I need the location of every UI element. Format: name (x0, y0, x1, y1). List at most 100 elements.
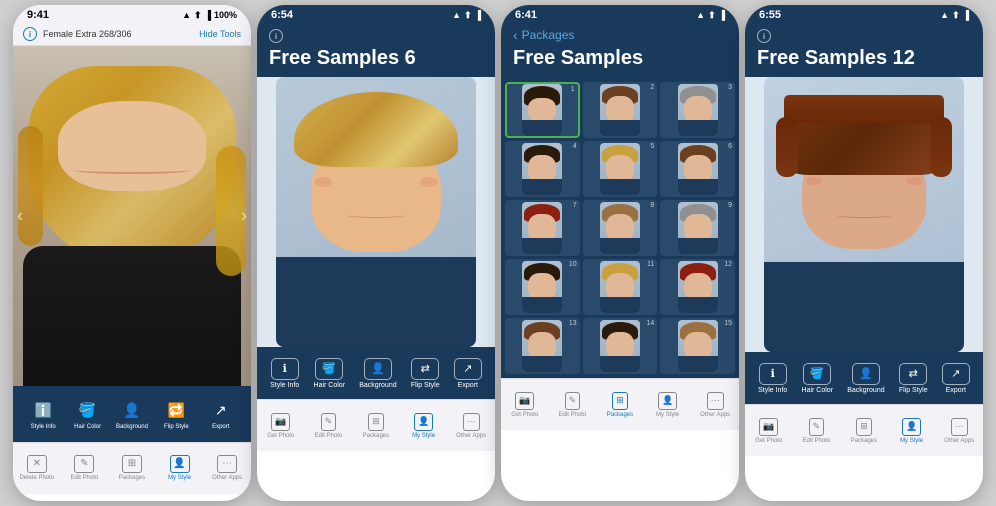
signal-icon-2: ▲ (452, 10, 461, 20)
back-arrow-3[interactable]: ‹ (513, 27, 518, 43)
wifi-icon-4: ⬆ (952, 10, 960, 21)
bottom-editphoto-2[interactable]: ✎ Edit Photo (309, 413, 347, 439)
screen4-toolbar: ℹ Style Info 🪣 Hair Color 👤 Background ⇄… (745, 352, 983, 404)
bottom-mystyle-2[interactable]: 👤 My Style (405, 413, 443, 439)
bangs-4 (784, 95, 944, 123)
bottom-otherapps-1[interactable]: ⋯ Other Apps (207, 455, 247, 481)
grid-cell-2[interactable]: 2 (583, 82, 658, 138)
bottom-packages-2[interactable]: ⊞ Packages (357, 413, 395, 439)
toolbar-style-info-4[interactable]: ℹ Style Info (758, 363, 787, 394)
editphoto-icon-4: ✎ (809, 418, 825, 436)
screen2-header: i Free Samples 6 (257, 23, 495, 77)
mystyle-icon-3: 👤 (658, 392, 677, 410)
bottom-getphoto-2[interactable]: 📷 Get Photo (262, 413, 300, 439)
grid-cell-5[interactable]: 5 (583, 141, 658, 197)
bottom-otherapps-4[interactable]: ⋯ Other Apps (940, 418, 978, 444)
grid-cell-10[interactable]: 10 (505, 259, 580, 315)
otherapps-icon-4: ⋯ (951, 418, 968, 436)
hair-color-icon-1: 🪣 (76, 398, 100, 422)
screen2-toolbar: ℹ Style Info 🪣 Hair Color 👤 Background ⇄… (257, 347, 495, 399)
battery-icon-3: ▐ (719, 10, 725, 20)
grid-cell-4[interactable]: 4 (505, 141, 580, 197)
toolbar-flip-4[interactable]: ⇄ Flip Style (899, 363, 928, 394)
grid-cell-6[interactable]: 6 (660, 141, 735, 197)
hide-tools-btn[interactable]: Hide Tools (199, 29, 241, 39)
phone-screen-3: 6:41 ▲ ⬆ ▐ ‹ Packages Free Samples 1 (501, 5, 739, 501)
bottom-edit-1[interactable]: ✎ Edit Photo (64, 455, 104, 481)
screenshots-container: 9:41 ▲ ⬆ ▐ 100% i Female Extra 268/306 H… (0, 0, 996, 506)
toolbar-flip-1[interactable]: 🔁 Flip Style (158, 398, 194, 430)
hair-color-icon-4: 🪣 (803, 363, 831, 385)
bottom-mystyle-1[interactable]: 👤 My Style (160, 455, 200, 481)
mini-portrait-10 (522, 261, 562, 313)
bottom-otherapps-2[interactable]: ⋯ Other Apps (452, 413, 490, 439)
info-icon-1[interactable]: i (23, 27, 37, 41)
toolbar-style-info-2[interactable]: ℹ Style Info (270, 358, 299, 389)
grid-cell-3[interactable]: 3 (660, 82, 735, 138)
grid-cell-9[interactable]: 9 (660, 200, 735, 256)
mini-portrait-8 (600, 202, 640, 254)
bottom-packages-4[interactable]: ⊞ Packages (845, 418, 883, 444)
toolbar-hair-color-2[interactable]: 🪣 Hair Color (314, 358, 346, 389)
status-time-3: 6:41 (515, 9, 537, 21)
screen2-bottom-bar: 📷 Get Photo ✎ Edit Photo ⊞ Packages 👤 My… (257, 399, 495, 451)
grid-cell-11[interactable]: 11 (583, 259, 658, 315)
gotphoto-icon-3: 📷 (515, 392, 534, 410)
toolbar-background-1[interactable]: 👤 Background (114, 398, 150, 430)
bottom-mystyle-4[interactable]: 👤 My Style (893, 418, 931, 444)
grid-cell-12[interactable]: 12 (660, 259, 735, 315)
bottom-packages-1[interactable]: ⊞ Packages (112, 455, 152, 481)
bottom-editphoto-3[interactable]: ✎ Edit Photo (553, 392, 591, 418)
toolbar-style-info-1[interactable]: ℹ️ Style Info (25, 398, 61, 430)
screen4-title: Free Samples 12 (757, 47, 971, 69)
toolbar-background-4[interactable]: 👤 Background (847, 363, 884, 394)
toolbar-export-2[interactable]: ↗ Export (454, 358, 482, 389)
toolbar-hair-color-1[interactable]: 🪣 Hair Color (70, 398, 106, 430)
grid-cell-8[interactable]: 8 (583, 200, 658, 256)
screen3-grid: 1 2 (501, 78, 739, 378)
grid-cell-15[interactable]: 15 (660, 318, 735, 374)
background-icon-4: 👤 (852, 363, 880, 385)
wifi-icon-2: ⬆ (464, 10, 472, 21)
toolbar-export-4[interactable]: ↗ Export (942, 363, 970, 394)
style-info-icon-2: ℹ (271, 358, 299, 380)
screen1-toolbar: ℹ️ Style Info 🪣 Hair Color 👤 Background … (13, 386, 251, 442)
info-icon-4[interactable]: i (757, 29, 771, 43)
screen4-main-photo (745, 77, 983, 352)
export-icon-1: ↗ (209, 398, 233, 422)
screen3-bottom-bar: 📷 Got Photo ✎ Edit Photo ⊞ Packages 👤 My… (501, 378, 739, 430)
grid-cell-14[interactable]: 14 (583, 318, 658, 374)
grid-cell-7[interactable]: 7 (505, 200, 580, 256)
info-icon-2[interactable]: i (269, 29, 283, 43)
status-bar-2: 6:54 ▲ ⬆ ▐ (257, 5, 495, 23)
toolbar-hair-color-4[interactable]: 🪣 Hair Color (802, 363, 834, 394)
arrow-left-1[interactable]: ‹ (17, 206, 23, 227)
toolbar-export-1[interactable]: ↗ Export (203, 398, 239, 430)
toolbar-flip-2[interactable]: ⇄ Flip Style (411, 358, 440, 389)
bottom-packages-3[interactable]: ⊞ Packages (601, 392, 639, 418)
battery-icon-1: ▐ (205, 10, 211, 20)
bottom-editphoto-4[interactable]: ✎ Edit Photo (797, 418, 835, 444)
mini-portrait-6 (678, 143, 718, 195)
hair-color-icon-2: 🪣 (315, 358, 343, 380)
hair-left-4 (776, 117, 798, 177)
status-time-1: 9:41 (27, 9, 49, 21)
bottom-gotphoto-3[interactable]: 📷 Got Photo (506, 392, 544, 418)
grid-cell-13[interactable]: 13 (505, 318, 580, 374)
bottom-getphoto-4[interactable]: 📷 Get Photo (750, 418, 788, 444)
back-label-3[interactable]: Packages (522, 28, 575, 42)
battery-label-1: 100% (214, 10, 237, 20)
bottom-otherapps-3[interactable]: ⋯ Other Apps (696, 392, 734, 418)
packages-icon-3: ⊞ (612, 392, 628, 410)
bottom-mystyle-3[interactable]: 👤 My Style (649, 392, 687, 418)
mini-portrait-12 (678, 261, 718, 313)
status-bar-3: 6:41 ▲ ⬆ ▐ (501, 5, 739, 23)
packages-icon-2: ⊞ (368, 413, 384, 431)
packages-icon-4: ⊞ (856, 418, 872, 436)
screen2-main-photo (257, 77, 495, 347)
bottom-delete-1[interactable]: ✕ Delete Photo (17, 455, 57, 481)
arrow-right-1[interactable]: › (241, 206, 247, 227)
toolbar-background-2[interactable]: 👤 Background (359, 358, 396, 389)
grid-cell-1[interactable]: 1 (505, 82, 580, 138)
editphoto-icon-2: ✎ (321, 413, 337, 431)
